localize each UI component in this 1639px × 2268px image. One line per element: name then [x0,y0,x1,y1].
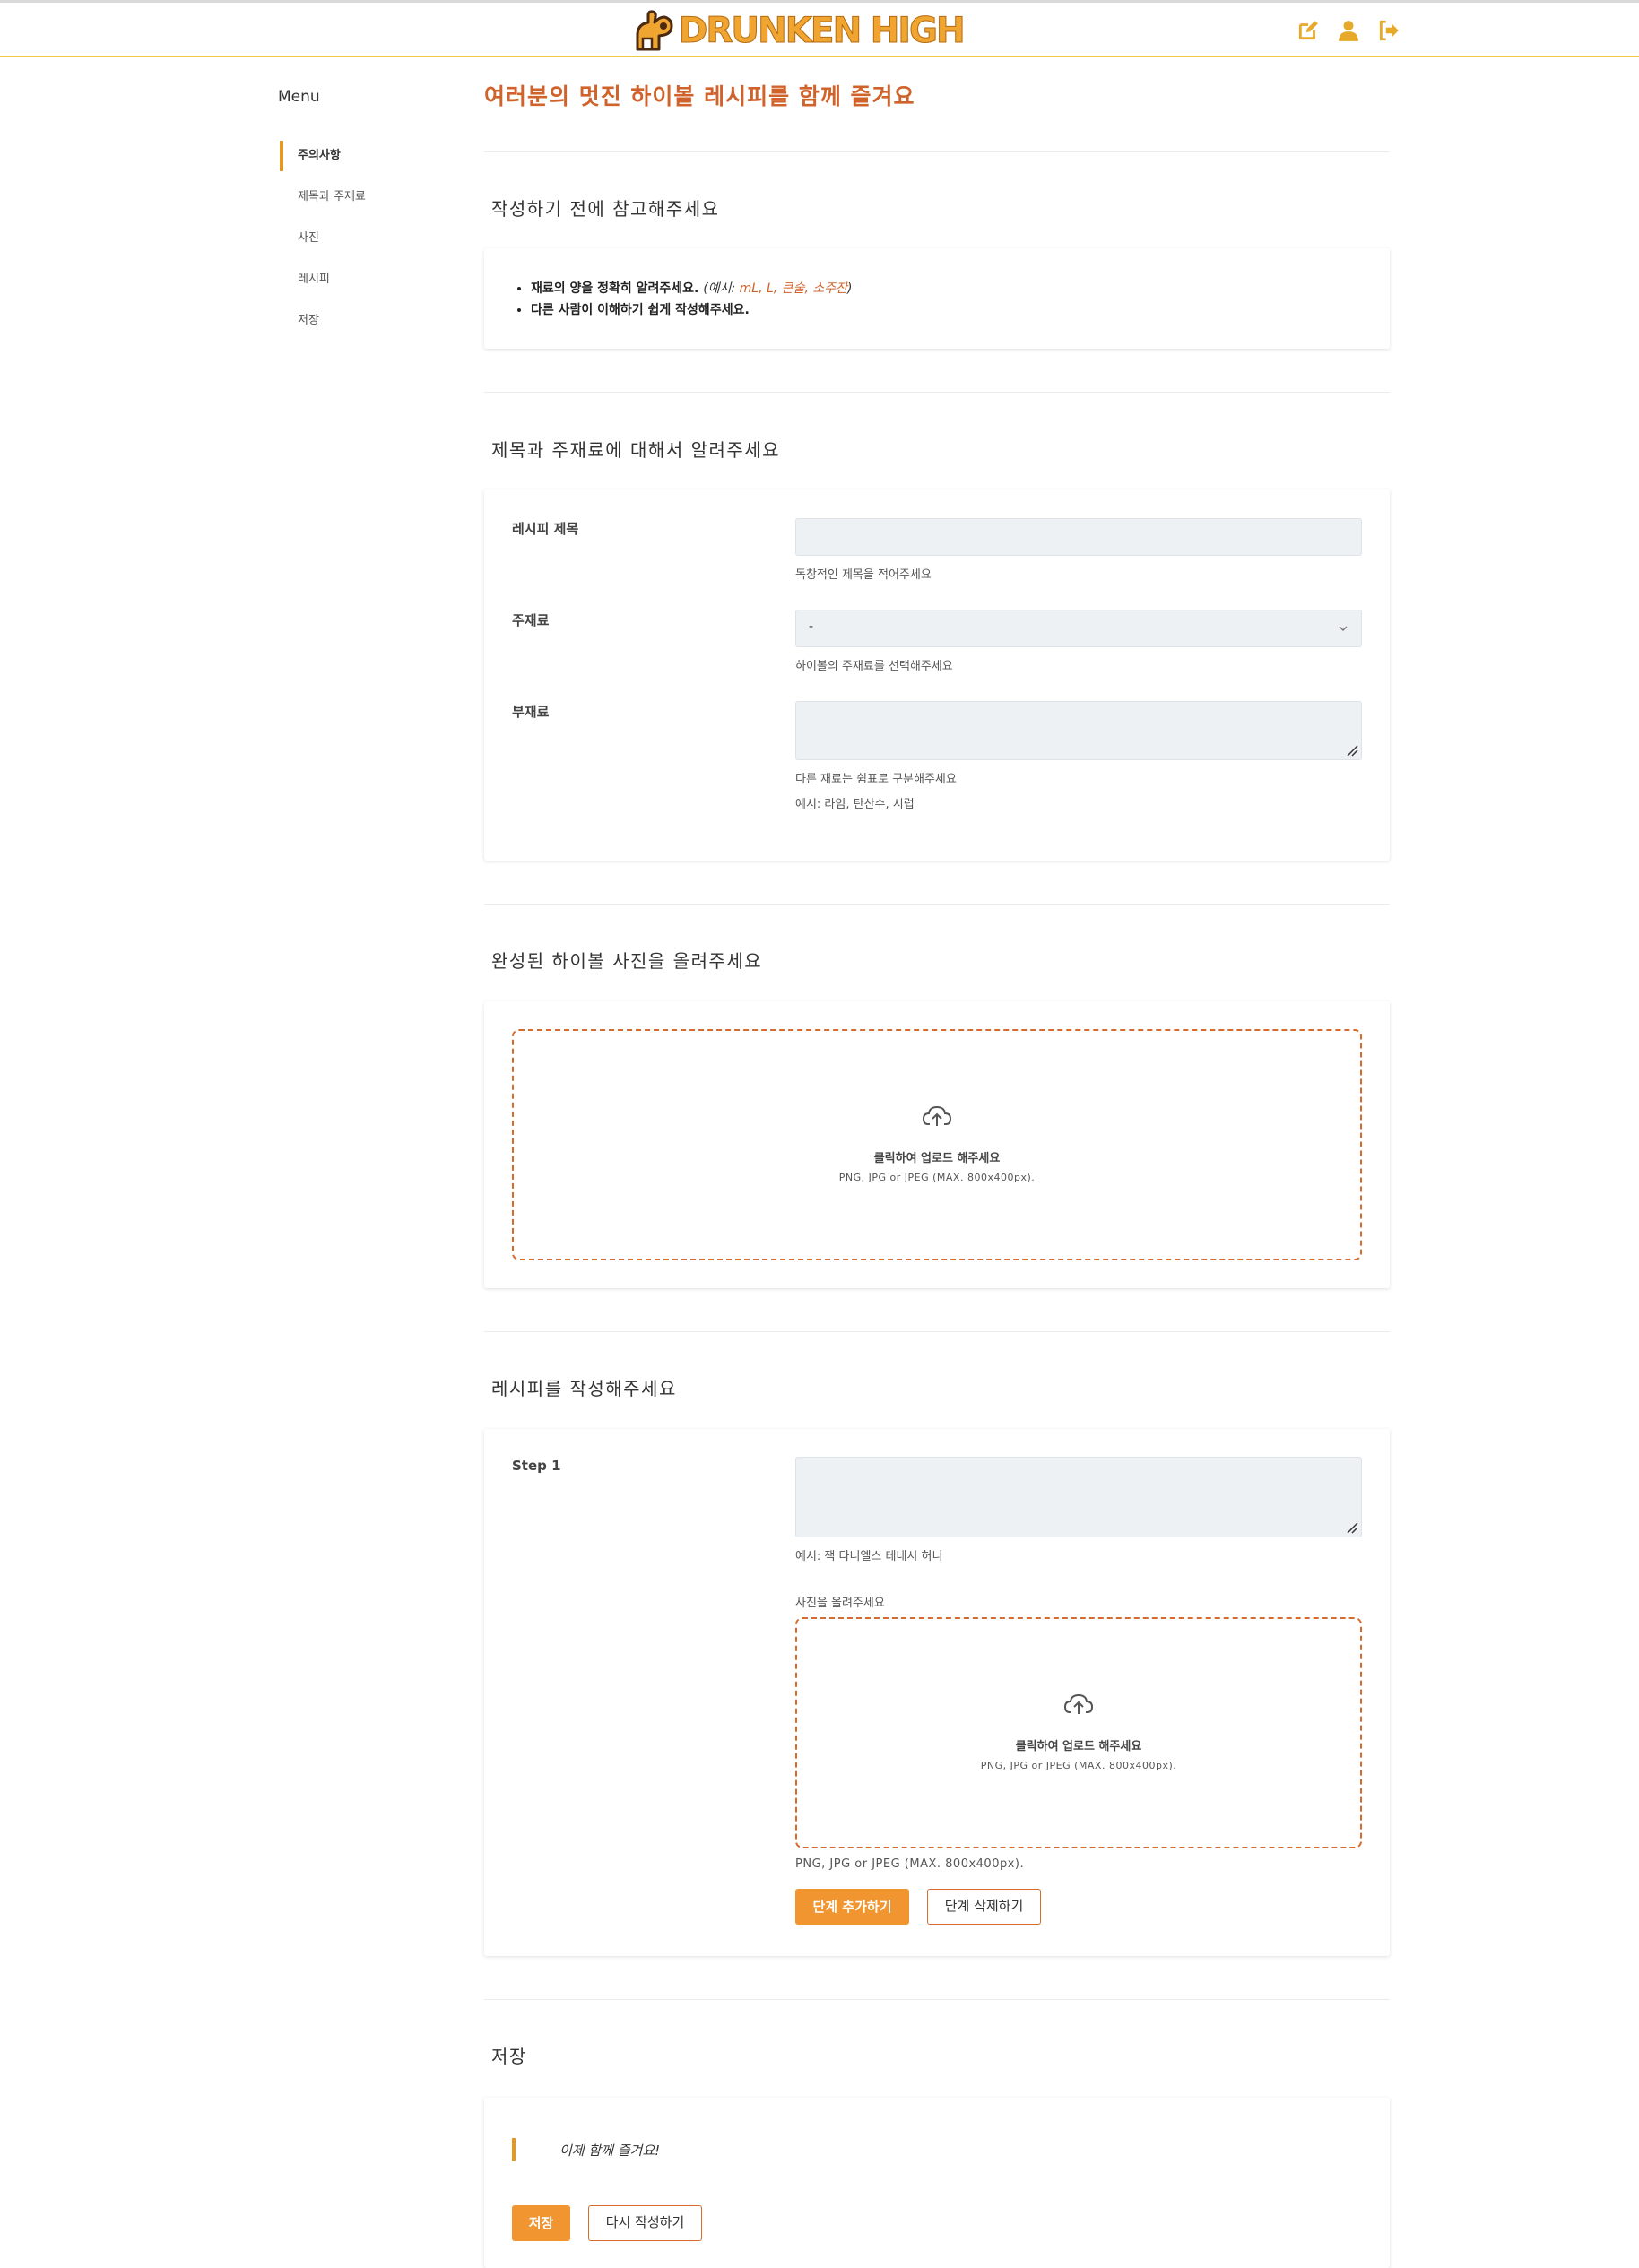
page-title: 여러분의 멋진 하이볼 레시피를 함께 즐겨요 [484,83,915,109]
cloud-upload-icon [1063,1693,1094,1714]
photo-upload-dropzone[interactable]: 클릭하여 업로드 해주세요 PNG, JPG or JPEG (MAX. 800… [512,1029,1362,1260]
save-heading: 저장 [491,2046,527,2067]
header: DRUNKEN HIGH [0,3,1639,57]
sub-ingredient-hint: 다른 재료는 쉼표로 구분해주세요 [795,773,957,786]
sidebar-item-recipe[interactable]: 레시피 [280,264,477,295]
rabbit-logo-icon [636,10,673,51]
sub-ingredient-textarea[interactable] [795,701,1362,760]
divider [484,392,1390,393]
menu-title: Menu [278,88,320,106]
recipe-title-input[interactable] [795,518,1362,556]
divider [484,1999,1390,2000]
add-step-button[interactable]: 단계 추가하기 [795,1889,909,1925]
main-ingredient-hint: 하이볼의 주재료를 선택해주세요 [795,660,953,673]
edit-icon[interactable] [1296,19,1320,42]
main-ingredient-select[interactable]: - [795,610,1362,647]
divider [484,904,1390,905]
quote-text: 이제 함께 즐겨요! [559,2142,661,2159]
delete-step-button[interactable]: 단계 삭제하기 [927,1889,1041,1925]
step-label: Step 1 [512,1458,561,1474]
sub-ingredient-example: 예시: 라임, 탄산수, 시럽 [795,798,915,811]
chevron-down-icon [1339,626,1348,632]
resize-handle-icon[interactable] [1346,1521,1358,1534]
step-photo-upload-dropzone[interactable]: 클릭하여 업로드 해주세요 PNG, JPG or JPEG (MAX. 800… [795,1617,1362,1848]
step-photo-label: 사진을 올려주세요 [795,1597,885,1610]
upload-note: PNG, JPG or JPEG (MAX. 800x400px). [795,1857,1025,1871]
upload-formats: PNG, JPG or JPEG (MAX. 800x400px). [838,1172,1036,1183]
photo-card: 클릭하여 업로드 해주세요 PNG, JPG or JPEG (MAX. 800… [484,1001,1390,1288]
user-icon[interactable] [1337,19,1360,42]
sidebar-item-notice[interactable]: 주의사항 [280,141,477,171]
upload-text: 클릭하여 업로드 해주세요 [1015,1740,1142,1753]
recipe-card: Step 1 예시: 잭 다니엘스 테네시 허니 사진을 올려주세요 클릭하여 … [484,1429,1390,1956]
example-units: mL, L, 큰술, 소주잔 [739,281,847,296]
photo-heading: 완성된 하이볼 사진을 올려주세요 [491,950,763,972]
sidebar-item-title-ingredients[interactable]: 제목과 주재료 [280,182,477,212]
upload-text: 클릭하여 업로드 해주세요 [873,1152,1001,1165]
sub-ingredient-label: 부재료 [512,704,550,720]
title-label: 레시피 제목 [512,521,579,537]
notice-item: 다른 사람이 이해하기 쉽게 작성해주세요. [531,299,852,321]
divider [484,1331,1390,1332]
main-ingredient-value: - [809,619,814,634]
sidebar-item-photo[interactable]: 사진 [280,223,477,254]
step-textarea[interactable] [795,1457,1362,1537]
notice-card: 재료의 양을 정확히 알려주세요. (예시: mL, L, 큰술, 소주잔) 다… [484,248,1390,349]
save-card: 이제 함께 즐겨요! 저장 다시 작성하기 [484,2098,1390,2268]
upload-formats: PNG, JPG or JPEG (MAX. 800x400px). [980,1760,1177,1771]
notice-heading: 작성하기 전에 참고해주세요 [491,198,720,220]
save-button[interactable]: 저장 [512,2205,570,2241]
basics-card: 레시피 제목 독창적인 제목을 적어주세요 주재료 - 하이볼의 주재료를 선택… [484,489,1390,861]
logout-icon[interactable] [1377,19,1401,42]
notice-list: 재료의 양을 정확히 알려주세요. (예시: mL, L, 큰술, 소주잔) 다… [484,278,852,321]
logo[interactable]: DRUNKEN HIGH [632,7,967,54]
main-ingredient-label: 주재료 [512,612,550,628]
resize-handle-icon[interactable] [1346,744,1358,757]
rewrite-button[interactable]: 다시 작성하기 [588,2205,702,2241]
sidebar-item-save[interactable]: 저장 [280,306,477,336]
title-hint: 독창적인 제목을 적어주세요 [795,568,932,582]
cloud-upload-icon [922,1105,952,1126]
quote-bar [512,2138,516,2161]
brand-name: DRUNKEN HIGH [679,10,967,51]
divider [484,151,1390,152]
step-hint: 예시: 잭 다니엘스 테네시 허니 [795,1550,943,1563]
basics-heading: 제목과 주재료에 대해서 알려주세요 [491,439,781,461]
notice-item: 재료의 양을 정확히 알려주세요. (예시: mL, L, 큰술, 소주잔) [531,278,852,299]
recipe-heading: 레시피를 작성해주세요 [491,1378,677,1399]
